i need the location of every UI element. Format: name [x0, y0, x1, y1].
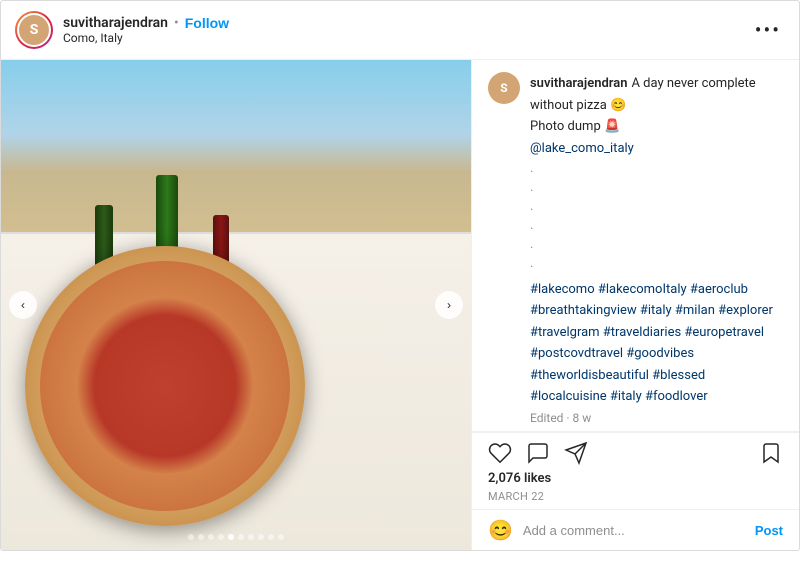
caption-header: S suvitharajendran A day never complete …: [488, 72, 783, 425]
carousel-dot-7: [248, 534, 254, 540]
caption-subtext: Photo dump 🚨: [530, 119, 620, 134]
carousel-dots: [188, 534, 284, 540]
caption-username[interactable]: suvitharajendran: [530, 76, 627, 91]
caption-edited: Edited · 8 w: [530, 411, 783, 425]
follow-button[interactable]: Follow: [185, 15, 229, 31]
avatar-inner: S: [17, 13, 51, 47]
post-header: S suvitharajendran • Follow Como, Italy …: [1, 1, 799, 60]
comment-input[interactable]: [523, 523, 745, 538]
emoji-button[interactable]: 😊: [488, 518, 513, 542]
carousel-dot-3: [208, 534, 214, 540]
carousel-dot-10: [278, 534, 284, 540]
likes-count: 2,076 likes: [488, 471, 783, 486]
caption-area: S suvitharajendran A day never complete …: [472, 60, 799, 432]
caption-mention[interactable]: @lake_como_italy: [530, 141, 783, 156]
action-icons: [488, 441, 783, 465]
caption-dots: . . . . . .: [530, 160, 783, 274]
add-comment-bar: 😊 Post: [472, 509, 799, 550]
post-image-container: ‹ ›: [1, 60, 471, 550]
actions-bar: 2,076 likes MARCH 22: [472, 432, 799, 509]
post-container: S suvitharajendran • Follow Como, Italy …: [0, 0, 800, 551]
header-top-row: suvitharajendran • Follow: [63, 15, 751, 31]
carousel-dot-6: [238, 534, 244, 540]
carousel-dot-4: [218, 534, 224, 540]
post-date: MARCH 22: [488, 490, 783, 503]
carousel-dot-2: [198, 534, 204, 540]
carousel-dot-1: [188, 534, 194, 540]
post-right: S suvitharajendran A day never complete …: [471, 60, 799, 550]
dot-separator: •: [174, 15, 179, 31]
share-button[interactable]: [564, 441, 588, 465]
comment-button[interactable]: [526, 441, 550, 465]
background-buildings: [1, 60, 471, 246]
header-username[interactable]: suvitharajendran: [63, 15, 168, 31]
carousel-next-button[interactable]: ›: [435, 291, 463, 319]
carousel-dot-8: [258, 534, 264, 540]
carousel-dot-5: [228, 534, 234, 540]
carousel-prev-button[interactable]: ‹: [9, 291, 37, 319]
avatar[interactable]: S: [15, 11, 53, 49]
carousel-dot-9: [268, 534, 274, 540]
like-button[interactable]: [488, 441, 512, 465]
post-main: ‹ › S suvitharajen: [1, 60, 799, 550]
post-comment-button[interactable]: Post: [755, 523, 783, 538]
location-label: Como, Italy: [63, 31, 751, 45]
caption-content: suvitharajendran A day never complete wi…: [530, 72, 783, 425]
caption-hashtags[interactable]: #lakecomo #lakecomoItaly #aeroclub #brea…: [530, 282, 773, 405]
pizza-image: [25, 246, 305, 526]
bookmark-button[interactable]: [759, 441, 783, 465]
more-options-button[interactable]: •••: [751, 20, 785, 40]
caption-avatar[interactable]: S: [488, 72, 520, 104]
pizza-scene: [1, 60, 471, 550]
header-info: suvitharajendran • Follow Como, Italy: [63, 15, 751, 45]
